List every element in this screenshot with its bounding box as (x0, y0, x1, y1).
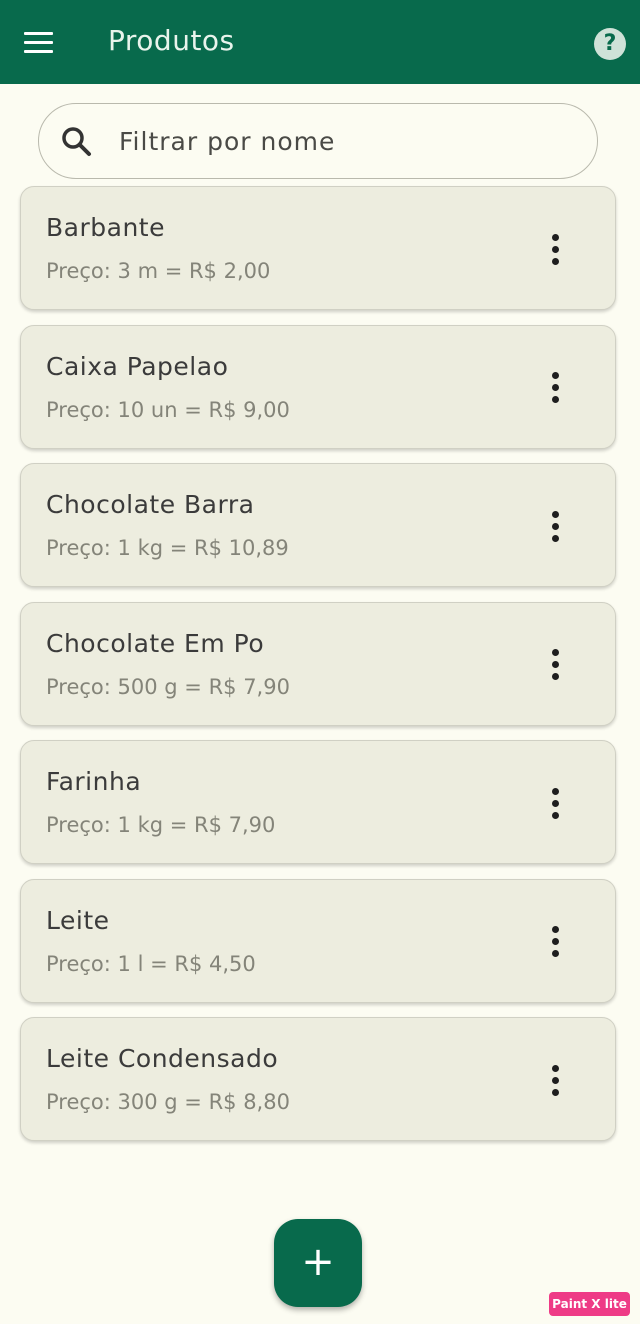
product-card[interactable]: Farinha Preço: 1 kg = R$ 7,90 (20, 740, 616, 864)
product-name: Chocolate Em Po (46, 628, 265, 658)
more-options-icon[interactable] (537, 643, 573, 687)
product-price: Preço: 1 kg = R$ 10,89 (46, 536, 289, 560)
product-card[interactable]: Leite Preço: 1 l = R$ 4,50 (20, 878, 616, 1003)
product-card[interactable]: Chocolate Em Po Preço: 500 g = R$ 7,90 (20, 601, 616, 726)
more-options-icon[interactable] (537, 1058, 573, 1102)
product-price: Preço: 1 l = R$ 4,50 (46, 951, 256, 976)
more-options-icon[interactable] (537, 227, 573, 271)
product-name: Leite (46, 905, 110, 935)
product-price: Preço: 1 kg = R$ 7,90 (46, 813, 276, 837)
product-name: Leite Condensado (46, 1044, 279, 1073)
search-bar (38, 103, 598, 179)
product-name: Farinha (46, 767, 142, 796)
product-name: Chocolate Barra (46, 490, 255, 519)
product-name: Barbante (46, 213, 165, 242)
product-card[interactable]: Caixa Papelao Preço: 10 un = R$ 9,00 (20, 324, 616, 449)
product-price: Preço: 10 un = R$ 9,00 (46, 397, 290, 422)
add-product-button[interactable]: + (274, 1219, 362, 1307)
product-name: Caixa Papelao (46, 351, 229, 381)
product-price: Preço: 3 m = R$ 2,00 (46, 259, 271, 283)
more-options-icon[interactable] (537, 504, 573, 548)
more-options-icon[interactable] (537, 366, 573, 410)
hamburger-menu-icon[interactable] (14, 22, 62, 62)
search-icon (62, 127, 91, 156)
product-price: Preço: 300 g = R$ 8,80 (46, 1090, 290, 1114)
watermark-badge: Paint X lite (549, 1292, 630, 1316)
page-title: Produtos (108, 24, 235, 57)
product-list: Barbante Preço: 3 m = R$ 2,00 Caixa Pape… (20, 186, 616, 1156)
product-card[interactable]: Chocolate Barra Preço: 1 kg = R$ 10,89 (20, 463, 616, 587)
more-options-icon[interactable] (537, 781, 573, 825)
app-bar: Produtos ? (0, 0, 640, 84)
product-card[interactable]: Leite Condensado Preço: 300 g = R$ 8,80 (20, 1017, 616, 1141)
search-input[interactable] (119, 118, 579, 164)
product-price: Preço: 500 g = R$ 7,90 (46, 674, 290, 699)
product-card[interactable]: Barbante Preço: 3 m = R$ 2,00 (20, 186, 616, 310)
more-options-icon[interactable] (537, 920, 573, 964)
help-icon[interactable]: ? (594, 28, 626, 60)
